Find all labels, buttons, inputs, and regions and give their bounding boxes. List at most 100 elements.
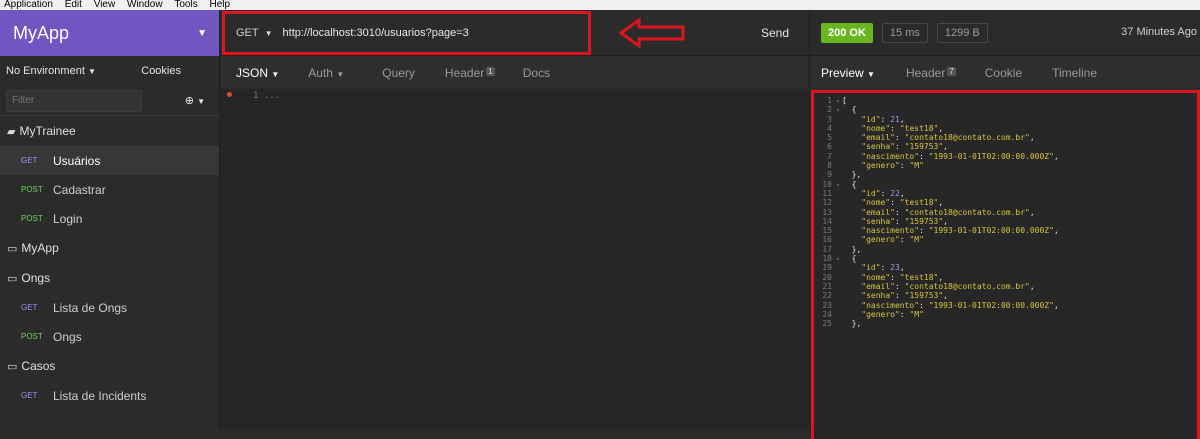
tab-auth-label: Auth	[308, 65, 333, 80]
menu-tools[interactable]: Tools	[174, 0, 197, 10]
line-number: 7	[827, 151, 832, 161]
json-key: "nascimento"	[861, 226, 920, 236]
sidebar-request[interactable]: POST Login	[0, 204, 219, 233]
line-number: 22	[822, 291, 832, 301]
line-number: 8	[827, 161, 832, 171]
filter-row: Filter ⊕ ▼	[0, 86, 219, 116]
menu-help[interactable]: Help	[210, 0, 231, 10]
json-line: 1 ▾[	[814, 96, 1197, 105]
menu-application[interactable]: Application	[4, 0, 53, 10]
json-value: "M"	[909, 235, 924, 245]
method-tag: GET	[21, 156, 38, 165]
folder-label: Ongs	[21, 271, 51, 285]
environment-selector[interactable]: No Environment ▼	[6, 65, 96, 77]
menu-view[interactable]: View	[94, 0, 116, 10]
json-line: 13 "email": "contato18@contato.com.br",	[814, 208, 1197, 217]
line-number: 2	[827, 105, 832, 115]
send-button[interactable]: Send	[761, 26, 789, 40]
chevron-down-icon: ▼	[197, 27, 207, 39]
line-number: 9	[827, 170, 832, 180]
response-status-bar: 200 OK 15 ms 1299 B 37 Minutes Ago	[810, 10, 1200, 56]
json-key: "nome"	[861, 272, 891, 282]
json-value: "159753"	[904, 142, 944, 152]
chevron-down-icon: ▼	[336, 69, 345, 79]
sidebar-request[interactable]: POST Ongs	[0, 322, 219, 351]
tab-preview-label: Preview	[821, 65, 864, 80]
sidebar-folder[interactable]: ▰ MyTrainee	[0, 116, 219, 146]
json-key: "id"	[861, 263, 881, 273]
tab-auth[interactable]: Auth ▼	[308, 66, 344, 80]
line-number: 10	[822, 179, 832, 189]
url-input[interactable]: http://localhost:3010/usuarios?page=3	[283, 27, 469, 39]
tab-timeline[interactable]: Timeline	[1052, 66, 1097, 80]
request-label: Usuários	[53, 153, 101, 168]
json-key: "email"	[861, 281, 895, 291]
json-value: "M"	[909, 309, 924, 319]
body-editor[interactable]: 1 ...	[221, 89, 808, 429]
tab-cookie[interactable]: Cookie	[985, 66, 1022, 80]
line-number: 3	[827, 114, 832, 124]
tab-header-label: Header	[444, 65, 485, 80]
url-bar: GET ▼ http://localhost:3010/usuarios?pag…	[221, 10, 808, 56]
folder-icon: ▰	[7, 125, 16, 138]
method-selector[interactable]: GET	[236, 27, 259, 39]
folder-icon: ▭	[7, 360, 18, 373]
sidebar-request[interactable]: GET Usuários	[0, 146, 219, 175]
sidebar-request[interactable]: GET Lista de Incidents	[0, 381, 219, 410]
json-value: "test18"	[899, 272, 939, 282]
json-value: 23	[890, 263, 900, 273]
line-number: 5	[827, 133, 832, 143]
status-badge: 200 OK	[821, 22, 873, 43]
json-value: "test18"	[899, 123, 939, 133]
line-number: 13	[822, 207, 832, 217]
json-value: 21	[890, 114, 900, 124]
json-key: "senha"	[861, 142, 895, 152]
cookies-button[interactable]: Cookies	[141, 65, 181, 77]
line-number: 15	[822, 226, 832, 236]
line-number: 19	[822, 263, 832, 273]
line-number: 16	[822, 235, 832, 245]
json-key: "genero"	[861, 161, 900, 171]
menu-bar: Application Edit View Window Tools Help	[0, 0, 1200, 10]
method-tag: GET	[21, 303, 38, 312]
filter-input[interactable]: Filter	[6, 89, 142, 112]
tab-docs[interactable]: Docs	[523, 66, 550, 80]
json-line: 4 "nome": "test18",	[814, 124, 1197, 133]
line-number: 12	[822, 198, 832, 208]
sidebar-folder[interactable]: ▭ Ongs	[0, 263, 219, 293]
add-menu-button[interactable]: ⊕ ▼	[185, 94, 205, 107]
tab-preview[interactable]: Preview ▼	[821, 66, 875, 80]
line-number: 6	[827, 142, 832, 152]
request-label: Login	[53, 211, 83, 226]
editor-line: 1 ...	[253, 91, 281, 101]
json-key: "nascimento"	[861, 300, 920, 310]
json-value: "1993-01-01T02:00:00.000Z"	[928, 300, 1054, 310]
menu-window[interactable]: Window	[127, 0, 163, 10]
tab-response-header[interactable]: Header 7	[906, 66, 956, 80]
menu-edit[interactable]: Edit	[65, 0, 82, 10]
url-highlight-box: GET ▼ http://localhost:3010/usuarios?pag…	[222, 11, 591, 55]
json-bracket: },	[842, 244, 862, 254]
method-tag: POST	[21, 332, 43, 341]
json-line: 24 "genero": "M"	[814, 310, 1197, 319]
sidebar-request[interactable]: POST Cadastrar	[0, 175, 219, 204]
tab-header[interactable]: Header 1	[445, 66, 495, 80]
response-header-count-badge: 7	[947, 66, 956, 76]
sidebar-folder[interactable]: ▭ MyApp	[0, 233, 219, 263]
tab-json[interactable]: JSON ▼	[236, 66, 279, 80]
json-bracket: [	[842, 96, 847, 105]
tab-query[interactable]: Query	[382, 66, 415, 80]
json-line: 23 "nascimento": "1993-01-01T02:00:00.00…	[814, 301, 1197, 310]
folder-icon: ▭	[7, 242, 18, 255]
response-age[interactable]: 37 Minutes Ago	[1121, 26, 1197, 38]
sidebar-folder[interactable]: ▭ Casos	[0, 351, 219, 381]
error-dot-icon	[227, 92, 232, 97]
response-time: 15 ms	[881, 22, 928, 43]
json-line: 2 ▾ {	[814, 105, 1197, 114]
sidebar-request[interactable]: GET Lista de Ongs	[0, 293, 219, 322]
json-bracket: {	[842, 254, 857, 264]
workspace-switcher[interactable]: MyApp ▼	[0, 10, 219, 56]
response-preview[interactable]: 1 ▾[2 ▾ {3 "id": 21, 4 "nome": "test18", 5 "…	[811, 90, 1200, 439]
json-line: 10 ▾ {	[814, 180, 1197, 189]
request-label: Lista de Ongs	[53, 300, 128, 315]
